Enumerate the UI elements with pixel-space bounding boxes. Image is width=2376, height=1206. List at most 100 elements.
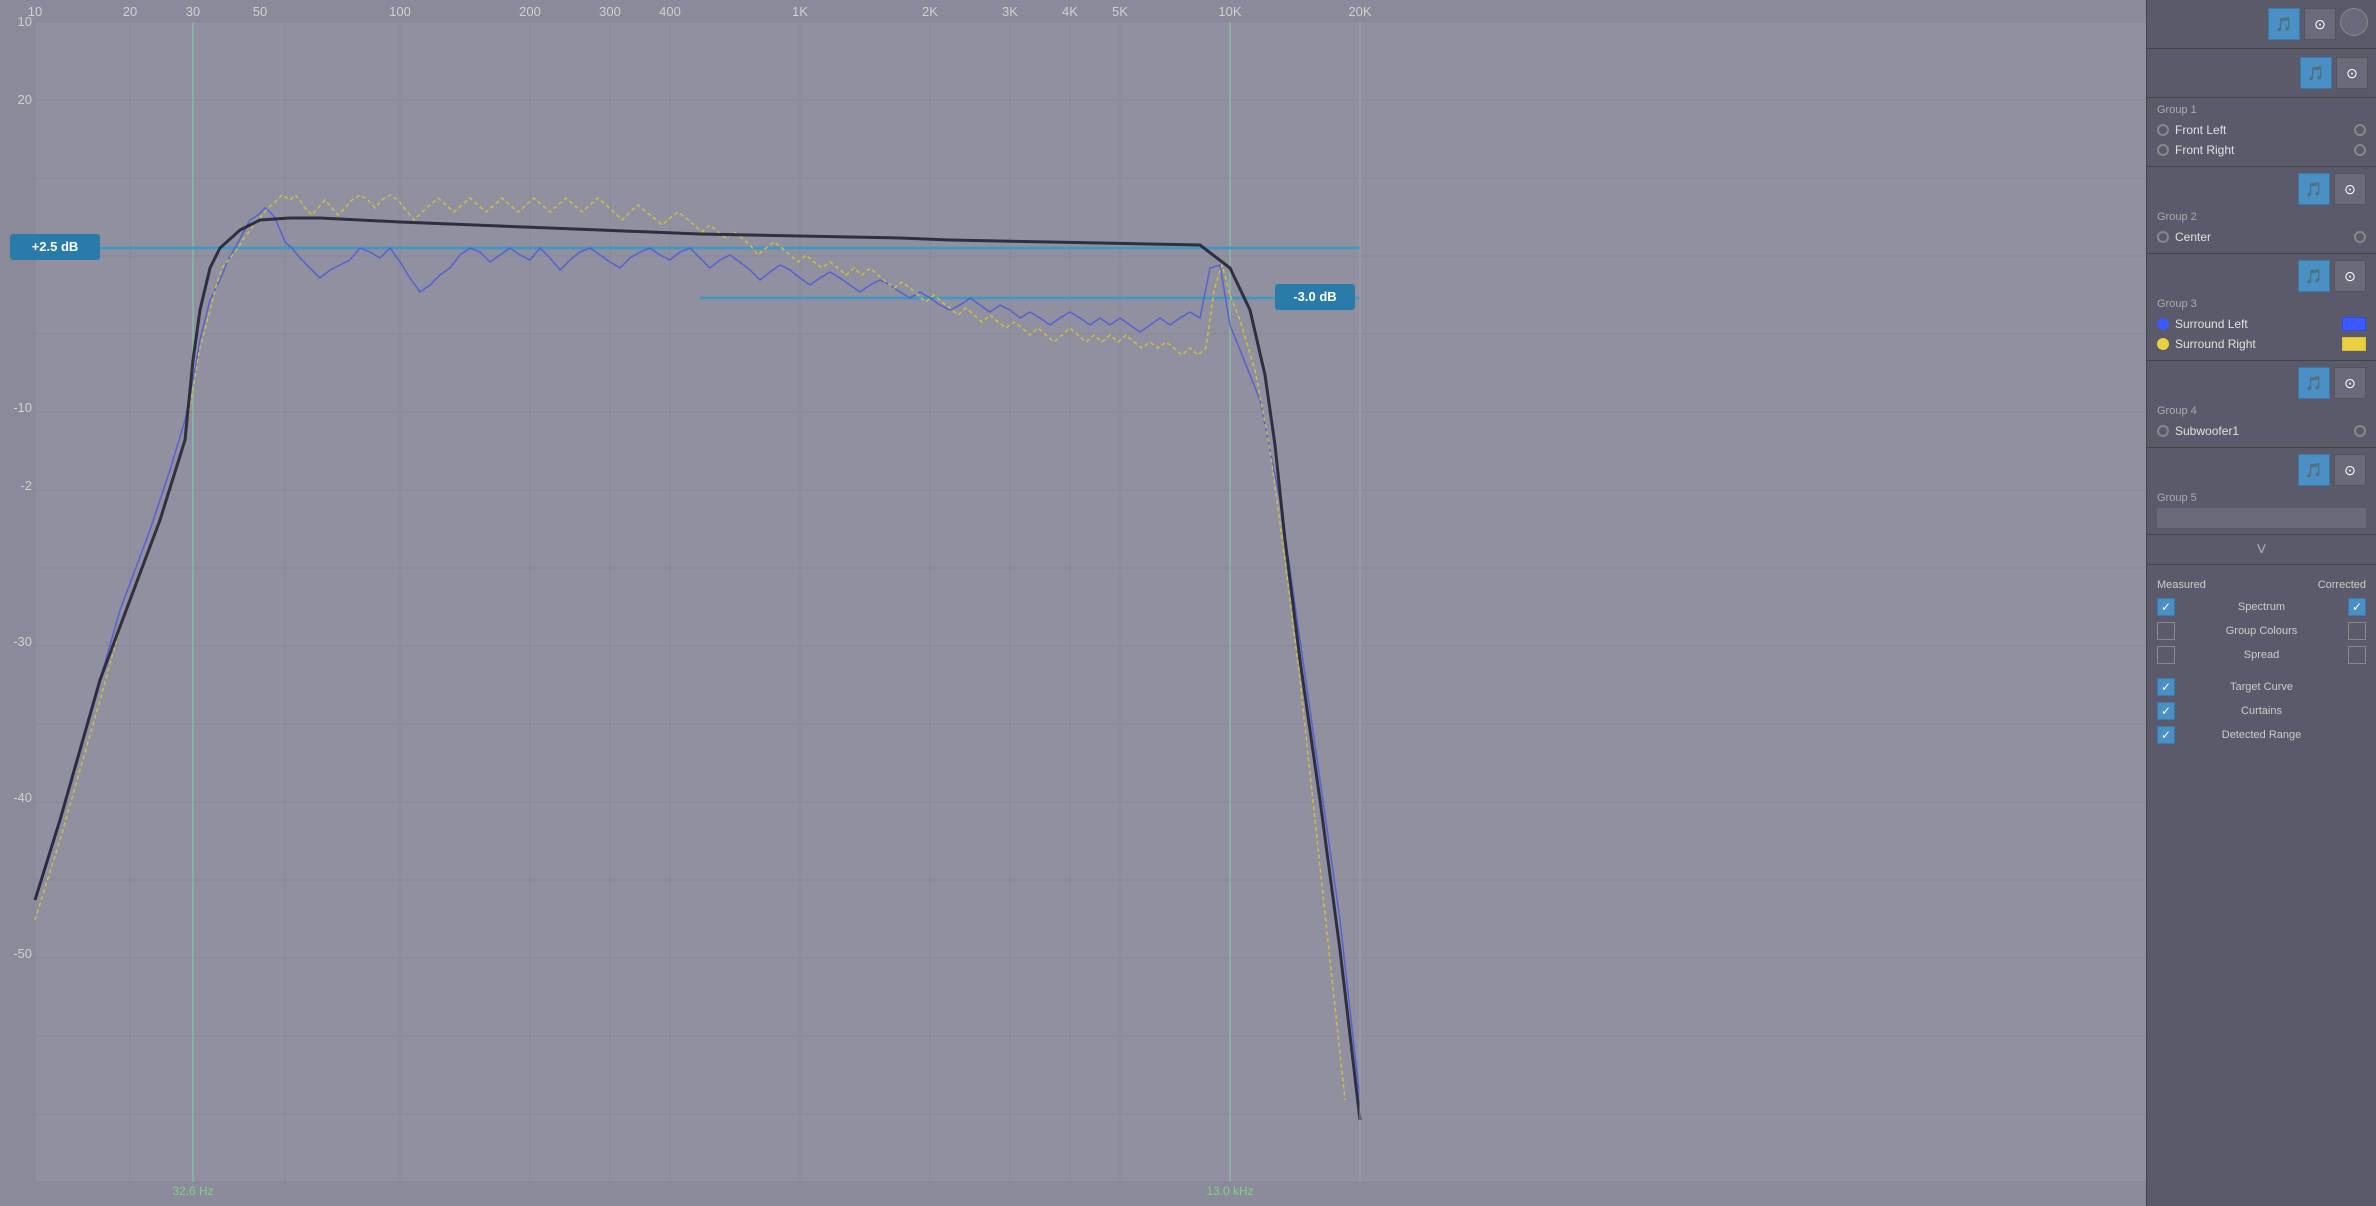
group4-section: Group 4 Subwoofer1	[2147, 399, 2376, 448]
svg-text:5K: 5K	[1112, 4, 1128, 19]
target-curve-row: ✓ Target Curve	[2157, 675, 2366, 699]
right-panel: 🎵 ⊙ 🎵 ⊙ Group 1 Front Left Front Right 🎵…	[2146, 0, 2376, 1206]
surround-right-swatch	[2342, 337, 2366, 351]
group2-icon-1[interactable]: 🎵	[2298, 173, 2330, 205]
group4-icon-1[interactable]: 🎵	[2298, 367, 2330, 399]
group3-title: Group 3	[2157, 298, 2366, 310]
spectrum-checkbox-left[interactable]: ✓	[2157, 598, 2175, 616]
group1-title: Group 1	[2157, 104, 2366, 116]
corrected-header: Corrected	[2318, 579, 2366, 591]
svg-text:30: 30	[186, 4, 200, 19]
channel-row-surround-left: Surround Left	[2157, 314, 2366, 334]
front-left-dot	[2157, 124, 2169, 136]
surround-left-dot	[2157, 318, 2169, 330]
svg-text:3K: 3K	[1002, 4, 1018, 19]
option-headers: Measured Corrected	[2157, 575, 2366, 595]
curtains-label: Curtains	[2175, 705, 2348, 717]
svg-text:20: 20	[18, 92, 32, 107]
group3-icon-1[interactable]: 🎵	[2298, 260, 2330, 292]
surround-right-label: Surround Right	[2175, 337, 2256, 351]
surround-left-swatch	[2342, 317, 2366, 331]
channel-row-surround-right: Surround Right	[2157, 334, 2366, 354]
spectrum-label: Spectrum	[2175, 601, 2348, 613]
display-options: Measured Corrected ✓ Spectrum ✓ Group Co…	[2147, 564, 2376, 757]
detected-range-label: Detected Range	[2175, 729, 2348, 741]
surround-left-label: Surround Left	[2175, 317, 2248, 331]
group3-icon-2[interactable]: ⊙	[2334, 260, 2366, 292]
group-colours-checkbox-left[interactable]	[2157, 622, 2175, 640]
spread-label: Spread	[2175, 649, 2348, 661]
center-dot	[2157, 231, 2169, 243]
svg-text:4K: 4K	[1062, 4, 1078, 19]
target-curve-label: Target Curve	[2175, 681, 2348, 693]
svg-text:200: 200	[519, 4, 541, 19]
front-right-right-dot	[2354, 144, 2366, 156]
svg-text:-2: -2	[20, 478, 32, 493]
group-colours-checkbox-right[interactable]	[2348, 622, 2366, 640]
group5-icon-2[interactable]: ⊙	[2334, 454, 2366, 486]
sub1-label: Subwoofer1	[2175, 424, 2239, 438]
chart-area: 10 20 10 -10 -2 -30 -40 -50 10 20 30 50 …	[0, 0, 2146, 1206]
svg-text:10: 10	[28, 4, 42, 19]
detected-range-checkbox[interactable]: ✓	[2157, 726, 2175, 744]
svg-text:400: 400	[659, 4, 681, 19]
channel-row-center: Center	[2157, 227, 2366, 247]
group5-section: Group 5	[2147, 486, 2376, 535]
group2-icon-2[interactable]: ⊙	[2334, 173, 2366, 205]
channel-row-subwoofer1: Subwoofer1	[2157, 421, 2366, 441]
second-icon-row: 🎵 ⊙	[2147, 49, 2376, 98]
svg-text:-30: -30	[13, 634, 32, 649]
svg-text:32.6 Hz: 32.6 Hz	[172, 1184, 213, 1198]
icon-btn-2[interactable]: ⊙	[2304, 8, 2336, 40]
icon-btn-3[interactable]: 🎵	[2300, 57, 2332, 89]
svg-text:2K: 2K	[922, 4, 938, 19]
svg-text:100: 100	[389, 4, 411, 19]
svg-text:13.0 kHz: 13.0 kHz	[1206, 1184, 1253, 1198]
group5-title: Group 5	[2157, 492, 2366, 504]
group4-title: Group 4	[2157, 405, 2366, 417]
spectrum-checkbox-right[interactable]: ✓	[2348, 598, 2366, 616]
front-left-label: Front Left	[2175, 123, 2226, 137]
svg-text:1K: 1K	[792, 4, 808, 19]
scroll-down-button[interactable]: ˅	[2147, 535, 2376, 564]
group4-icon-2[interactable]: ⊙	[2334, 367, 2366, 399]
group-colours-row: Group Colours	[2157, 619, 2366, 643]
svg-text:-10: -10	[13, 400, 32, 415]
center-label: Center	[2175, 230, 2211, 244]
spread-checkbox-left[interactable]	[2157, 646, 2175, 664]
svg-text:20K: 20K	[1348, 4, 1371, 19]
circle-btn-top[interactable]	[2340, 8, 2368, 36]
center-right-dot	[2354, 231, 2366, 243]
target-curve-checkbox[interactable]: ✓	[2157, 678, 2175, 696]
sub1-dot	[2157, 425, 2169, 437]
svg-text:50: 50	[253, 4, 267, 19]
group3-section: Group 3 Surround Left Surround Right	[2147, 292, 2376, 361]
detected-range-row: ✓ Detected Range	[2157, 723, 2366, 747]
svg-text:300: 300	[599, 4, 621, 19]
sub1-right-dot	[2354, 425, 2366, 437]
spread-checkbox-right[interactable]	[2348, 646, 2366, 664]
svg-text:-50: -50	[13, 946, 32, 961]
group2-section: Group 2 Center	[2147, 205, 2376, 254]
svg-text:-40: -40	[13, 790, 32, 805]
svg-text:10K: 10K	[1218, 4, 1241, 19]
icon-btn-4[interactable]: ⊙	[2336, 57, 2368, 89]
front-right-label: Front Right	[2175, 143, 2234, 157]
group5-icon-1[interactable]: 🎵	[2298, 454, 2330, 486]
icon-btn-1[interactable]: 🎵	[2268, 8, 2300, 40]
svg-text:20: 20	[123, 4, 137, 19]
surround-right-dot	[2157, 338, 2169, 350]
curtains-checkbox[interactable]: ✓	[2157, 702, 2175, 720]
measured-header: Measured	[2157, 579, 2206, 591]
group1-section: Group 1 Front Left Front Right	[2147, 98, 2376, 167]
curtains-row: ✓ Curtains	[2157, 699, 2366, 723]
spread-row: Spread	[2157, 643, 2366, 667]
group-colours-label: Group Colours	[2175, 625, 2348, 637]
top-icon-row: 🎵 ⊙	[2147, 0, 2376, 49]
front-right-dot	[2157, 144, 2169, 156]
svg-text:+2.5 dB: +2.5 dB	[32, 239, 79, 254]
front-left-right-dot	[2354, 124, 2366, 136]
svg-text:-3.0 dB: -3.0 dB	[1293, 289, 1336, 304]
channel-row-front-left: Front Left	[2157, 120, 2366, 140]
group2-title: Group 2	[2157, 211, 2366, 223]
